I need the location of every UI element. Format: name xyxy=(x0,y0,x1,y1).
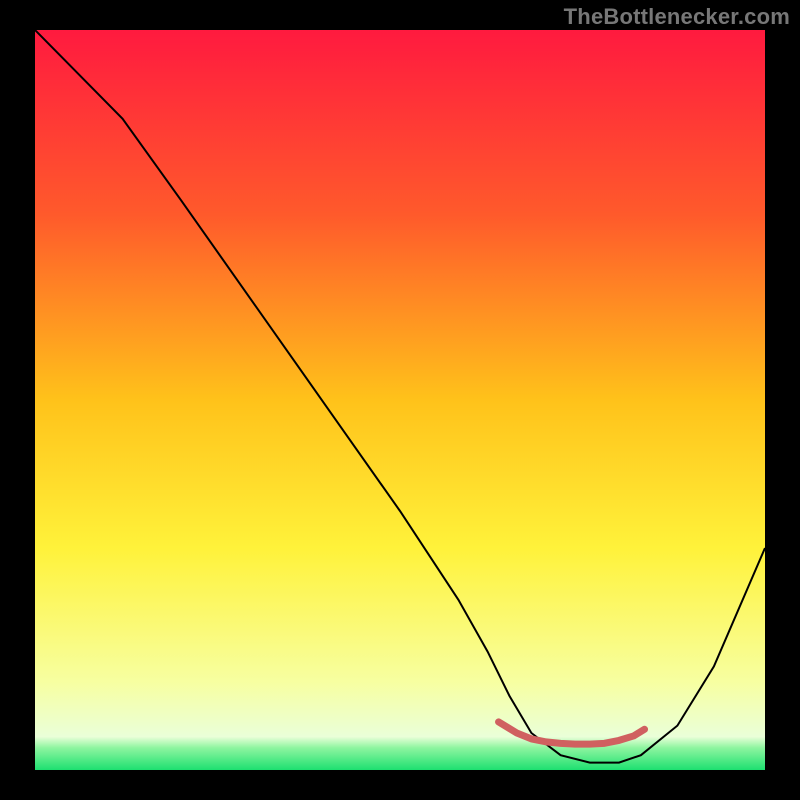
gradient-background xyxy=(35,30,765,770)
chart-container: TheBottleneсker.com xyxy=(0,0,800,800)
chart-svg xyxy=(35,30,765,770)
watermark-text: TheBottleneсker.com xyxy=(564,4,790,30)
